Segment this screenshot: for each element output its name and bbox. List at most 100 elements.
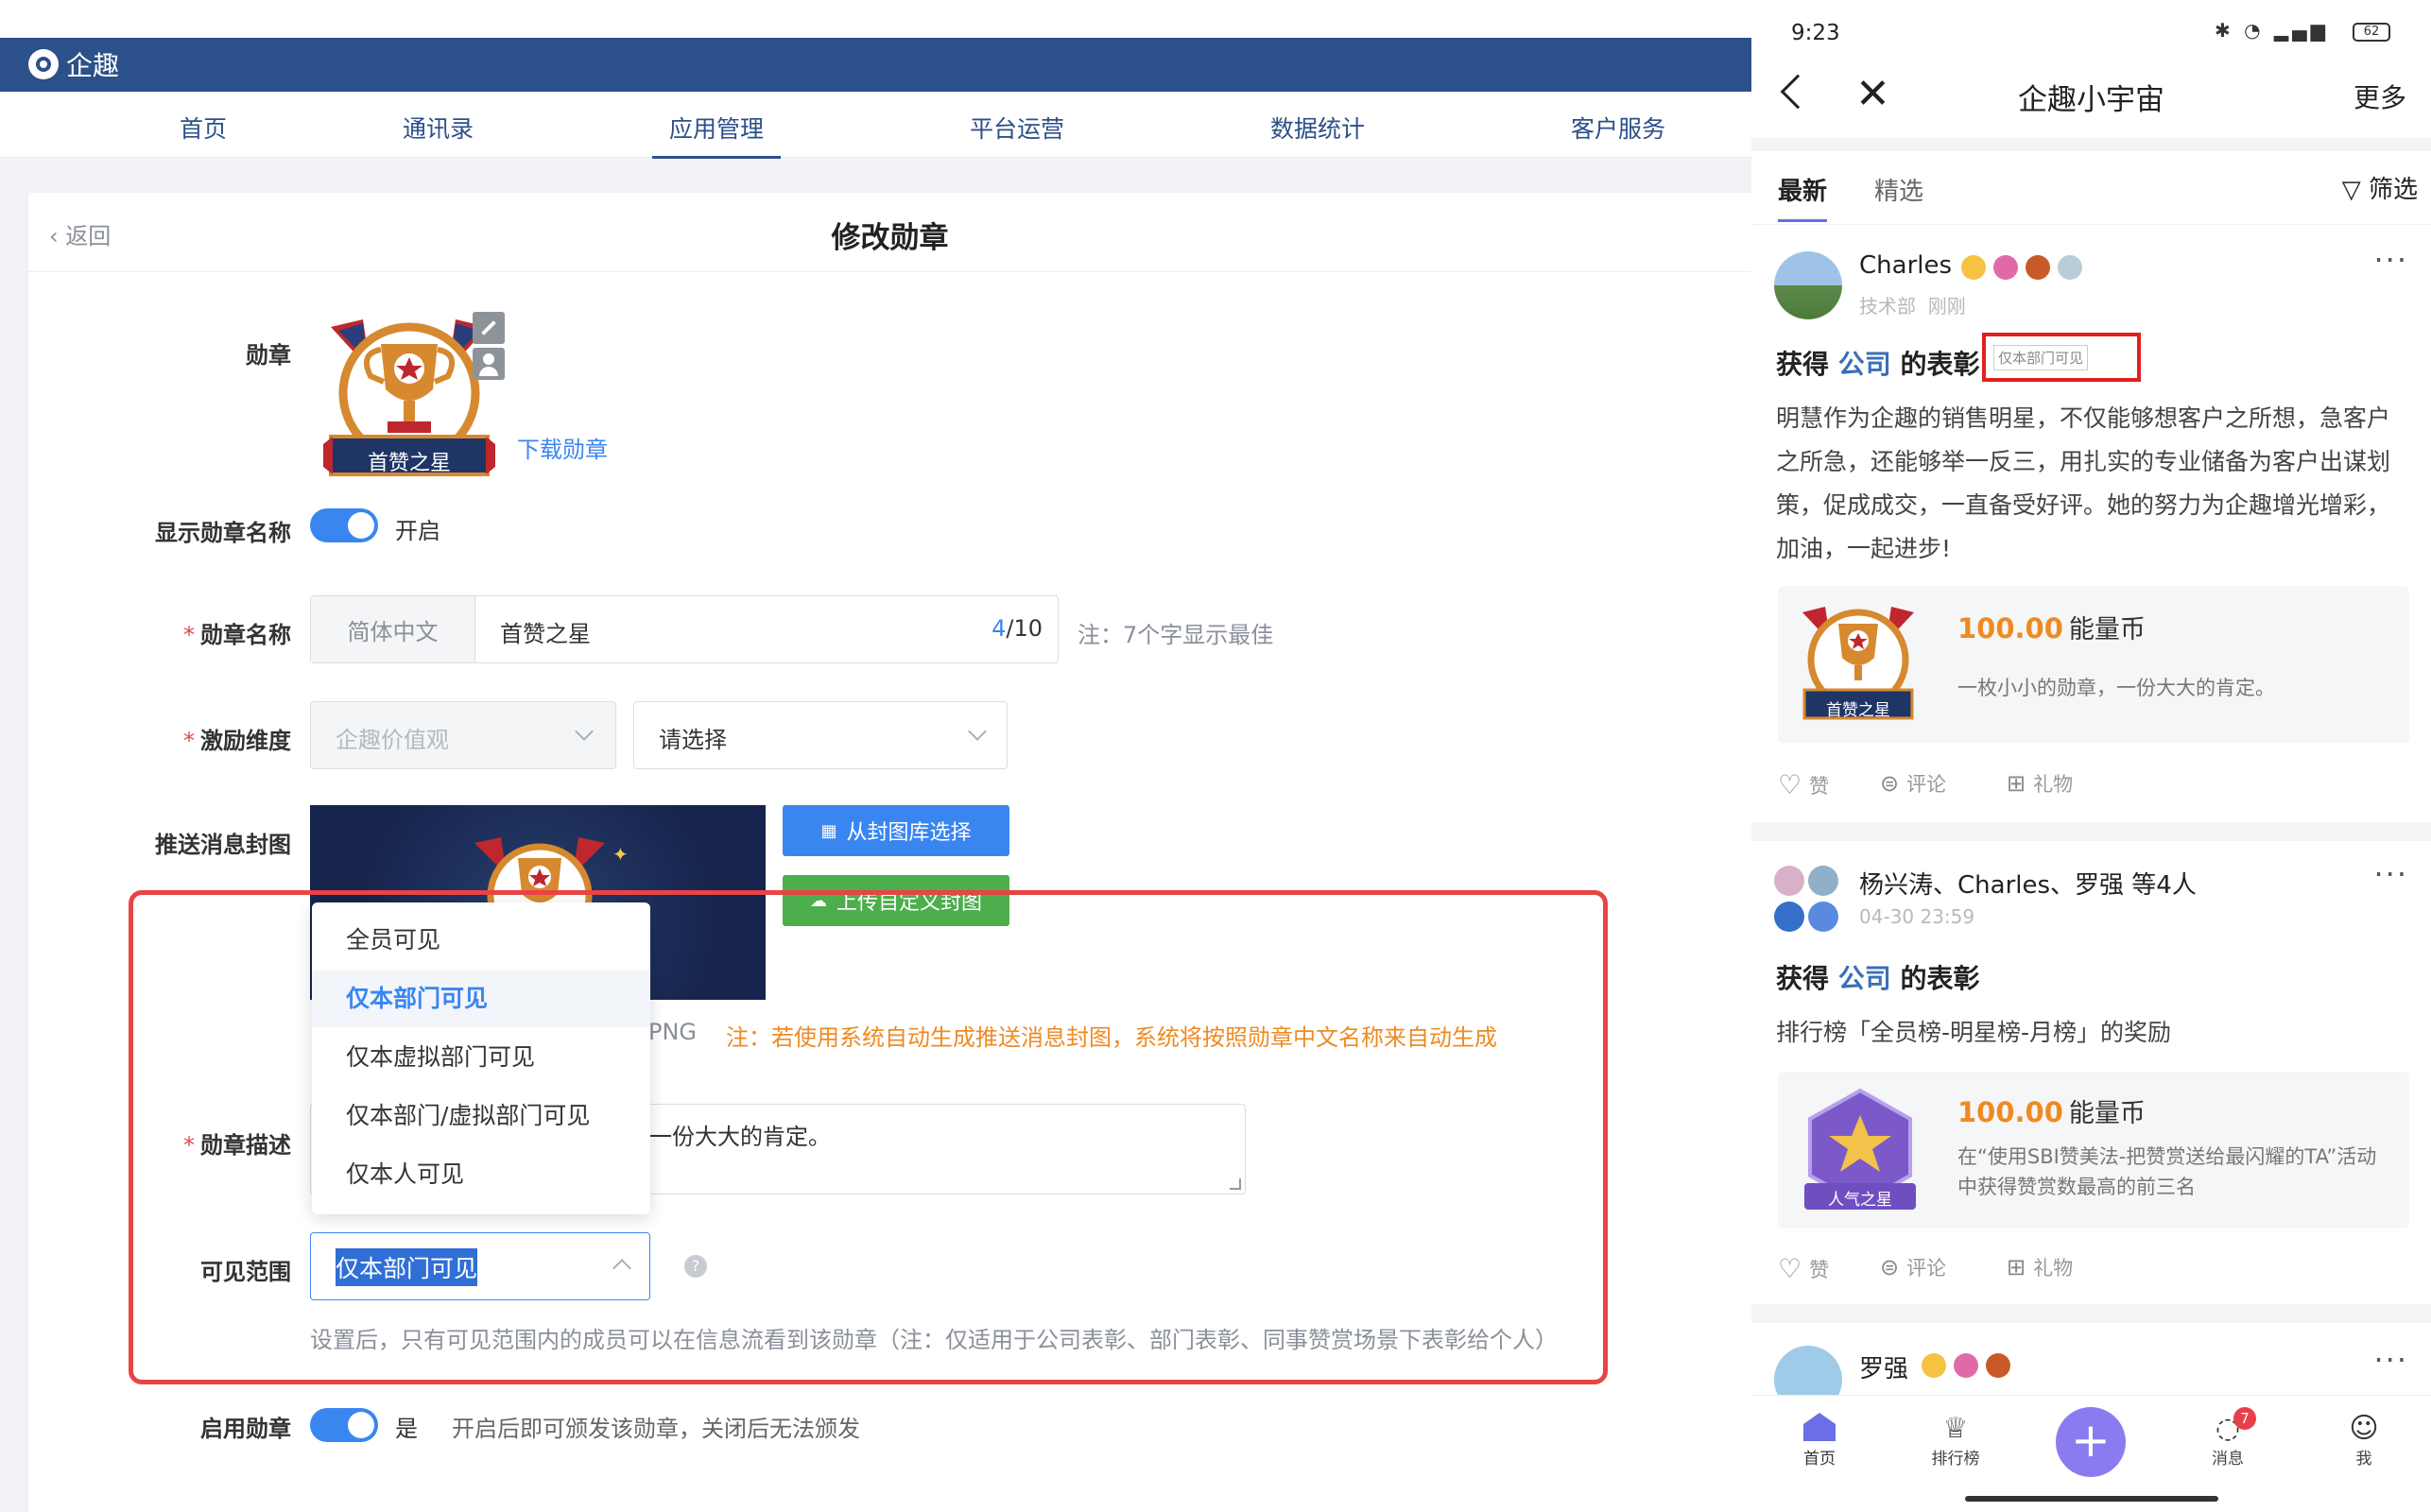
reward-card[interactable]: 首赞之星 100.00 能量币 一枚小小的勋章，一份大大的肯定。 (1778, 586, 2409, 743)
nav-data-stats[interactable]: 数据统计 (1270, 111, 1365, 145)
logo-icon (28, 49, 59, 79)
phone-header: ✕ 企趣小宇宙 更多 (1751, 66, 2431, 138)
like-button[interactable]: ♡ 赞 (1778, 769, 1829, 800)
plus-icon: + (2071, 1413, 2111, 1468)
reward-coin: 100.00 能量币 (1957, 612, 2146, 644)
reward-card[interactable]: 人气之星 100.00 能量币 在“使用SBI赞美法-把赞赏送给最闪耀的TA”活动… (1778, 1072, 2409, 1228)
nav-messages-tab[interactable]: ◌ 消息 7 (2190, 1407, 2266, 1469)
filter-button[interactable]: ▽ 筛选 (2342, 170, 2418, 205)
divider (1751, 138, 2431, 151)
nav-home[interactable]: 首页 (180, 111, 227, 145)
visibility-tag: 仅本部门可见 (1993, 345, 2089, 370)
add-post-button[interactable]: + (2056, 1407, 2126, 1477)
user-icon[interactable] (473, 348, 505, 380)
home-indicator[interactable] (1965, 1496, 2218, 1502)
medal-icon (1954, 1353, 1978, 1378)
medal-icon (2026, 255, 2050, 280)
page-title: 修改勋章 (831, 221, 949, 255)
chevron-down-icon (968, 722, 987, 741)
avatar[interactable] (1774, 902, 1804, 932)
medal-icon (1993, 255, 2018, 280)
home-icon (1803, 1413, 1836, 1441)
dimension-select-1: 企趣价值观 (310, 701, 616, 769)
status-bar: 9:23 ✱ ◔ ▂▄▆ 62 (1751, 0, 2431, 66)
heart-icon: ♡ (1778, 769, 1802, 800)
edit-icon[interactable] (473, 312, 505, 344)
more-dots-icon[interactable]: ··· (2373, 856, 2408, 892)
name-language-addon: 简体中文 (311, 596, 475, 662)
post2-authors: 杨兴涛、Charles、罗强 等4人 (1859, 871, 2197, 900)
cover-library-label: 从封图库选择 (846, 821, 972, 845)
like-button[interactable]: ♡ 赞 (1778, 1253, 1829, 1284)
nav-contacts[interactable]: 通讯录 (403, 111, 474, 145)
more-button[interactable]: 更多 (2353, 77, 2406, 115)
show-name-value: 开启 (395, 518, 440, 544)
status-icons: ✱ ◔ ▂▄▆ (2215, 19, 2330, 42)
message-badge: 7 (2233, 1407, 2256, 1430)
divider (1751, 822, 2431, 841)
enable-toggle[interactable] (310, 1408, 378, 1442)
cover-label: 推送消息封图 (155, 832, 291, 858)
medal-icon (1922, 1353, 1946, 1378)
medal-icon (2058, 255, 2082, 280)
reward-coin: 100.00 能量币 (1957, 1096, 2146, 1128)
cover-library-button[interactable]: ▦ 从封图库选择 (783, 805, 1009, 856)
brand-name: 企趣 (66, 50, 120, 81)
brand-logo[interactable]: 企趣 (28, 45, 119, 83)
feed-tabs: 最新 精选 ▽ 筛选 (1751, 151, 2431, 225)
phone-screen: 9:23 ✱ ◔ ▂▄▆ 62 ✕ 企趣小宇宙 更多 最新 精选 ▽ 筛选 Ch… (1751, 0, 2431, 1512)
post1-title: 获得 公司 的表彰 (1776, 349, 1980, 380)
gift-icon: ⊞ (2007, 770, 2026, 797)
post2-title: 获得 公司 的表彰 (1776, 963, 1980, 994)
comment-icon: ⊜ (1880, 770, 1900, 797)
download-badge-link[interactable]: 下载勋章 (517, 431, 608, 464)
profile-icon: ☺ (2349, 1412, 2379, 1445)
badge-image: 首赞之星 (321, 316, 497, 482)
avatar[interactable] (1774, 251, 1842, 319)
nav-app-management[interactable]: 应用管理 (651, 111, 782, 161)
top-bar: 企趣 (0, 38, 1751, 92)
reward-badge-text: 首赞之星 (1826, 701, 1890, 720)
dimension-select-2[interactable]: 请选择 (633, 701, 1008, 769)
admin-window: 企趣 首页 通讯录 应用管理 平台运营 数据统计 客户服务 ‹ 返回 修改勋章 … (0, 0, 1751, 1512)
chevron-down-icon (575, 722, 594, 741)
enable-note: 开启后即可颁发该勋章，关闭后无法颁发 (452, 1416, 860, 1442)
post3-author: 罗强 (1859, 1355, 1909, 1383)
avatar[interactable] (1774, 866, 1804, 896)
comment-button[interactable]: ⊜ 评论 (1880, 1253, 1946, 1281)
show-name-toggle[interactable] (310, 508, 378, 542)
more-dots-icon[interactable]: ··· (2373, 242, 2408, 278)
name-note: 注：7个字显示最佳 (1078, 622, 1274, 648)
enable-value: 是 (395, 1416, 418, 1442)
post1-meta: 技术部 刚刚 (1859, 295, 1966, 318)
reward-badge-text: 人气之星 (1828, 1191, 1892, 1210)
avatar[interactable] (1808, 902, 1838, 932)
more-dots-icon[interactable]: ··· (2373, 1342, 2408, 1378)
dimension-value-1: 企趣价值观 (336, 727, 449, 753)
post2-body: 排行榜「全员榜-明星榜-月榜」的奖励 (1776, 1019, 2172, 1046)
heart-icon: ♡ (1778, 1253, 1802, 1284)
comment-icon: ⊜ (1880, 1254, 1900, 1280)
highlight-box: 仅本部门可见 (1982, 333, 2141, 382)
main-nav: 首页 通讯录 应用管理 平台运营 数据统计 客户服务 (0, 92, 1751, 161)
tab-latest[interactable]: 最新 (1778, 172, 1827, 207)
name-input[interactable]: 首赞之星 (500, 615, 591, 648)
nav-customer-service[interactable]: 客户服务 (1571, 111, 1665, 145)
badge-image-text: 首赞之星 (367, 452, 451, 475)
nav-home-tab[interactable]: 首页 (1782, 1413, 1857, 1469)
enable-label: 启用勋章 (200, 1416, 291, 1442)
comment-button[interactable]: ⊜ 评论 (1880, 769, 1946, 798)
nav-me-tab[interactable]: ☺ 我 (2326, 1413, 2402, 1469)
battery-icon: 62 (2353, 23, 2390, 42)
nav-leaderboard-tab[interactable]: ♕ 排行榜 (1918, 1413, 1993, 1469)
gift-button[interactable]: ⊞ 礼物 (2007, 769, 2073, 798)
divider (1751, 1304, 2431, 1323)
grid-icon: ▦ (820, 820, 837, 841)
gift-button[interactable]: ⊞ 礼物 (2007, 1253, 2073, 1281)
reward-desc: 在“使用SBI赞美法-把赞赏送给最闪耀的TA”活动中获得赞赏数最高的前三名 (1957, 1145, 2377, 1198)
nav-platform-ops[interactable]: 平台运营 (970, 111, 1064, 145)
dimension-placeholder-2: 请选择 (659, 727, 727, 753)
gift-icon: ⊞ (2007, 1254, 2026, 1280)
avatar[interactable] (1808, 866, 1838, 896)
tab-featured[interactable]: 精选 (1874, 172, 1923, 207)
